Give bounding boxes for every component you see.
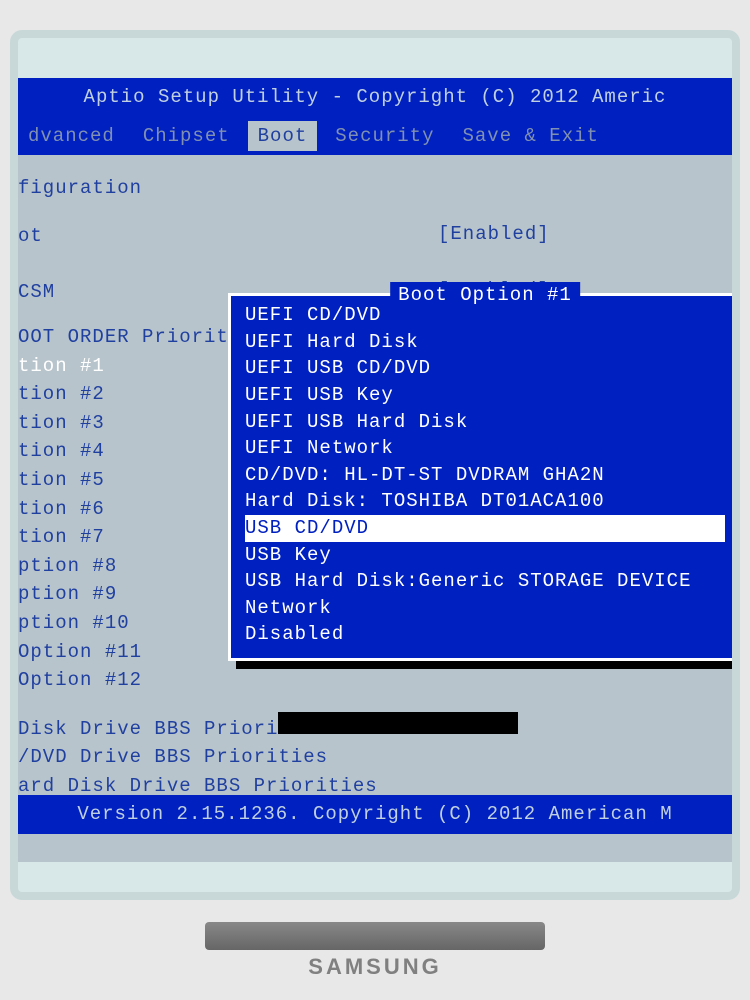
popup-title: Boot Option #1 [390,282,580,309]
popup-item-cddvd[interactable]: CD/DVD: HL-DT-ST DVDRAM GHA2N [245,462,725,489]
monitor-brand-logo: SAMSUNG [308,954,441,980]
value-boot: [Enabled] [438,221,550,248]
popup-list: UEFI CD/DVD UEFI Hard Disk UEFI USB CD/D… [231,296,732,658]
bbs-dvd-drive[interactable]: /DVD Drive BBS Priorities [18,743,732,772]
boot-option-12[interactable]: Option #12 [18,666,732,695]
popup-shadow [278,712,518,734]
tab-bar: dvanced Chipset Boot Security Save & Exi… [18,117,732,156]
popup-item-uefi-usb-hdd[interactable]: UEFI USB Hard Disk [245,409,725,436]
tab-advanced[interactable]: dvanced [18,121,125,152]
boot-option-popup: Boot Option #1 UEFI CD/DVD UEFI Hard Dis… [228,293,732,661]
popup-item-disabled[interactable]: Disabled [245,621,725,648]
monitor-bezel: Aptio Setup Utility - Copyright (C) 2012… [10,30,740,900]
popup-item-uefi-hdd[interactable]: UEFI Hard Disk [245,329,725,356]
popup-item-uefi-usb-cddvd[interactable]: UEFI USB CD/DVD [245,355,725,382]
bios-footer: Version 2.15.1236. Copyright (C) 2012 Am… [18,795,732,834]
monitor-buttons[interactable] [205,922,545,950]
menu-item-boot[interactable]: ot [18,222,732,251]
popup-item-network[interactable]: Network [245,595,725,622]
popup-item-uefi-network[interactable]: UEFI Network [245,435,725,462]
footer-text: Version 2.15.1236. Copyright (C) 2012 Am… [77,803,672,825]
bbs-disk-drive[interactable]: Disk Drive BBS Priori [18,703,732,744]
popup-item-hdd[interactable]: Hard Disk: TOSHIBA DT01ACA100 [245,488,725,515]
bios-screen: Aptio Setup Utility - Copyright (C) 2012… [18,78,732,862]
tab-boot[interactable]: Boot [248,121,318,152]
popup-item-usb-hdd[interactable]: USB Hard Disk:Generic STORAGE DEVICE [245,568,725,595]
sub-items: Disk Drive BBS Priori /DVD Drive BBS Pri… [18,703,732,801]
popup-item-uefi-usb-key[interactable]: UEFI USB Key [245,382,725,409]
bios-header: Aptio Setup Utility - Copyright (C) 2012… [18,78,732,117]
popup-item-usb-key[interactable]: USB Key [245,542,725,569]
tab-chipset[interactable]: Chipset [133,121,240,152]
popup-item-usb-cddvd[interactable]: USB CD/DVD [245,515,725,542]
tab-security[interactable]: Security [325,121,444,152]
tab-save-exit[interactable]: Save & Exit [452,121,608,152]
header-title: Aptio Setup Utility - Copyright (C) 2012… [84,86,667,108]
content-area: figuration ot CSM OOT ORDER Priorit tion… [18,155,732,819]
section-title: figuration [18,175,732,202]
monitor-frame: Aptio Setup Utility - Copyright (C) 2012… [0,0,750,1000]
